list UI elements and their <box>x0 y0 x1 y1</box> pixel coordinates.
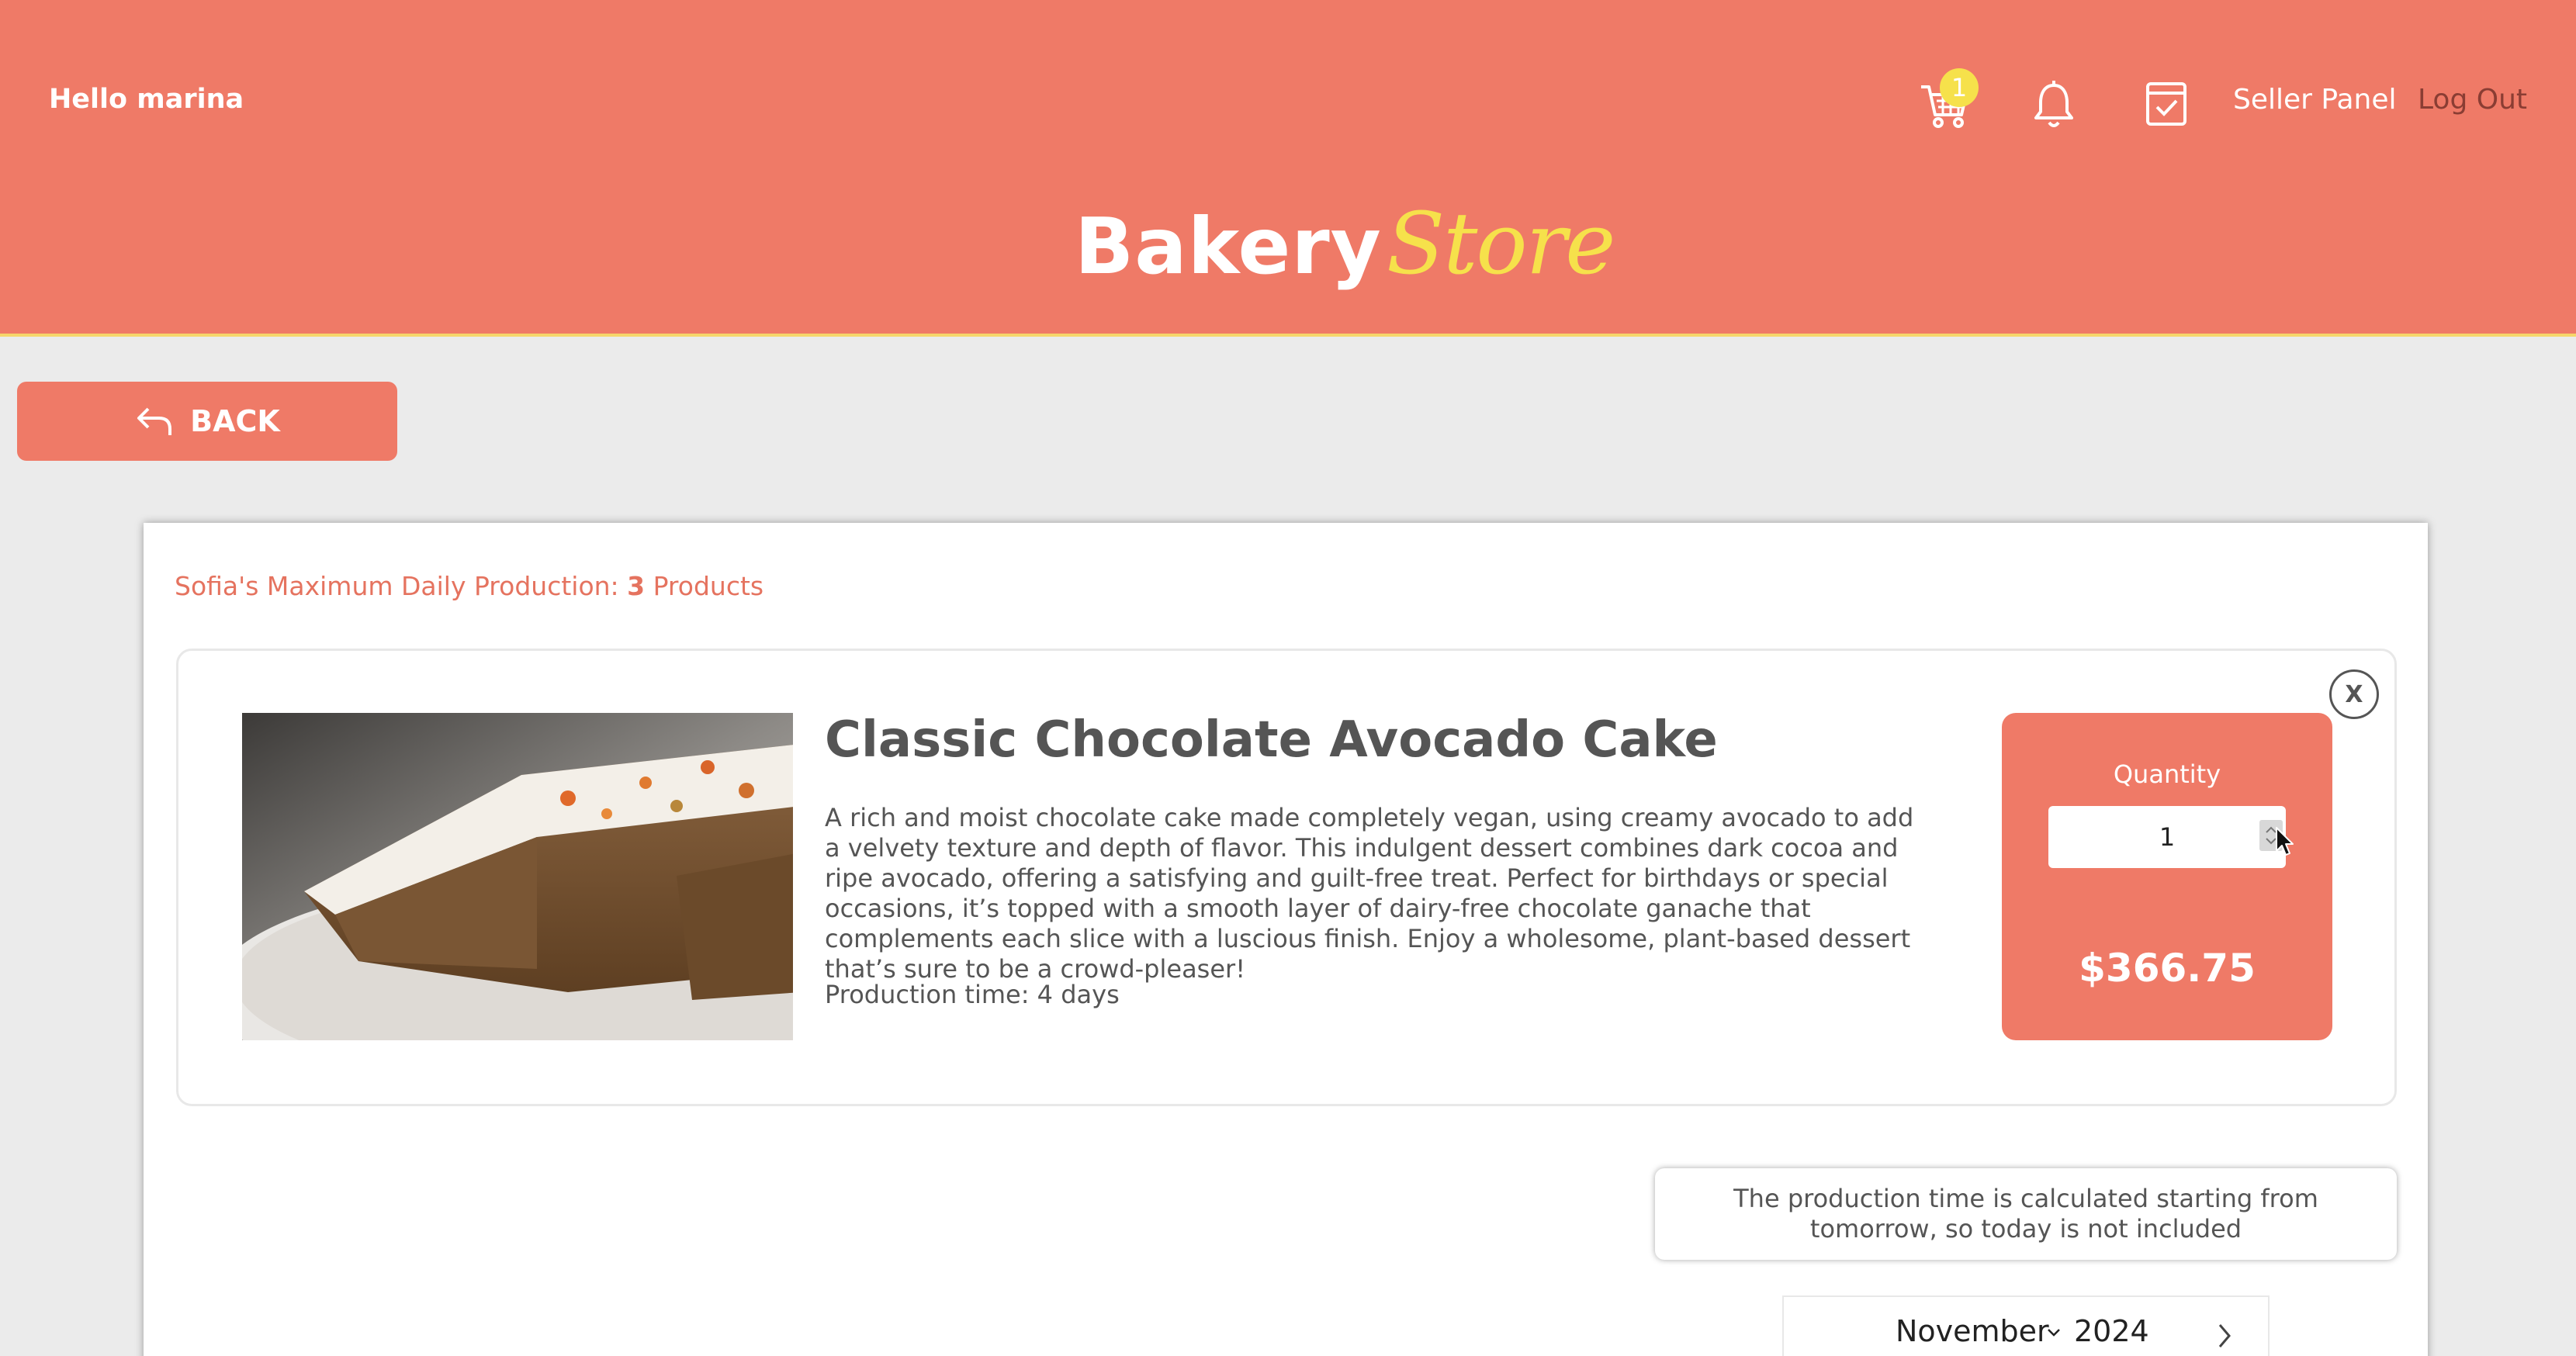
logo-text-bakery: Bakery <box>1075 201 1382 292</box>
cart-count-badge: 1 <box>1940 68 1979 107</box>
back-arrow-icon <box>137 407 172 435</box>
greeting: Hello marina <box>49 84 244 115</box>
quantity-input[interactable] <box>2048 806 2286 868</box>
product-panel: Classic Chocolate Avocado Cake A rich an… <box>176 649 2397 1106</box>
store-logo[interactable]: Bakery Store <box>1075 194 1615 293</box>
total-price: $366.75 <box>2079 946 2256 991</box>
back-button-label: BACK <box>190 404 280 438</box>
bell-icon[interactable] <box>2027 71 2081 133</box>
product-description: A rich and moist chocolate cake made com… <box>825 803 1914 984</box>
chevron-right-icon[interactable] <box>2215 1320 2234 1351</box>
calendar-check-icon[interactable] <box>2138 71 2193 133</box>
production-time-note: The production time is calculated starti… <box>1655 1168 2397 1260</box>
seller-panel-link[interactable]: Seller Panel <box>2233 84 2397 116</box>
top-header: Hello marina 1 Seller Panel Log Out Bake… <box>0 0 2576 337</box>
back-button[interactable]: BACK <box>17 382 397 461</box>
max-prod-prefix: Sofia's Maximum Daily Production: <box>175 571 628 601</box>
logo-text-store: Store <box>1386 194 1615 293</box>
year-select[interactable]: 2024 <box>2074 1314 2149 1348</box>
product-title: Classic Chocolate Avocado Cake <box>825 711 1718 769</box>
logout-link[interactable]: Log Out <box>2418 84 2527 116</box>
max-daily-production: Sofia's Maximum Daily Production: 3 Prod… <box>175 571 763 601</box>
max-prod-suffix: Products <box>645 571 764 601</box>
cursor-icon <box>2276 827 2294 856</box>
chevron-down-icon[interactable] <box>2046 1327 2062 1339</box>
close-button[interactable]: X <box>2329 669 2379 719</box>
production-time: Production time: 4 days <box>825 980 1120 1009</box>
month-select[interactable]: November <box>1896 1314 2049 1348</box>
quantity-panel: Quantity $366.75 <box>2002 713 2332 1040</box>
close-icon: X <box>2345 680 2363 708</box>
max-prod-count: 3 <box>627 571 646 601</box>
quantity-label: Quantity <box>2113 759 2221 789</box>
order-card: Sofia's Maximum Daily Production: 3 Prod… <box>144 523 2428 1356</box>
calendar-header: November 2024 <box>1782 1295 2270 1356</box>
product-image <box>242 713 793 1040</box>
